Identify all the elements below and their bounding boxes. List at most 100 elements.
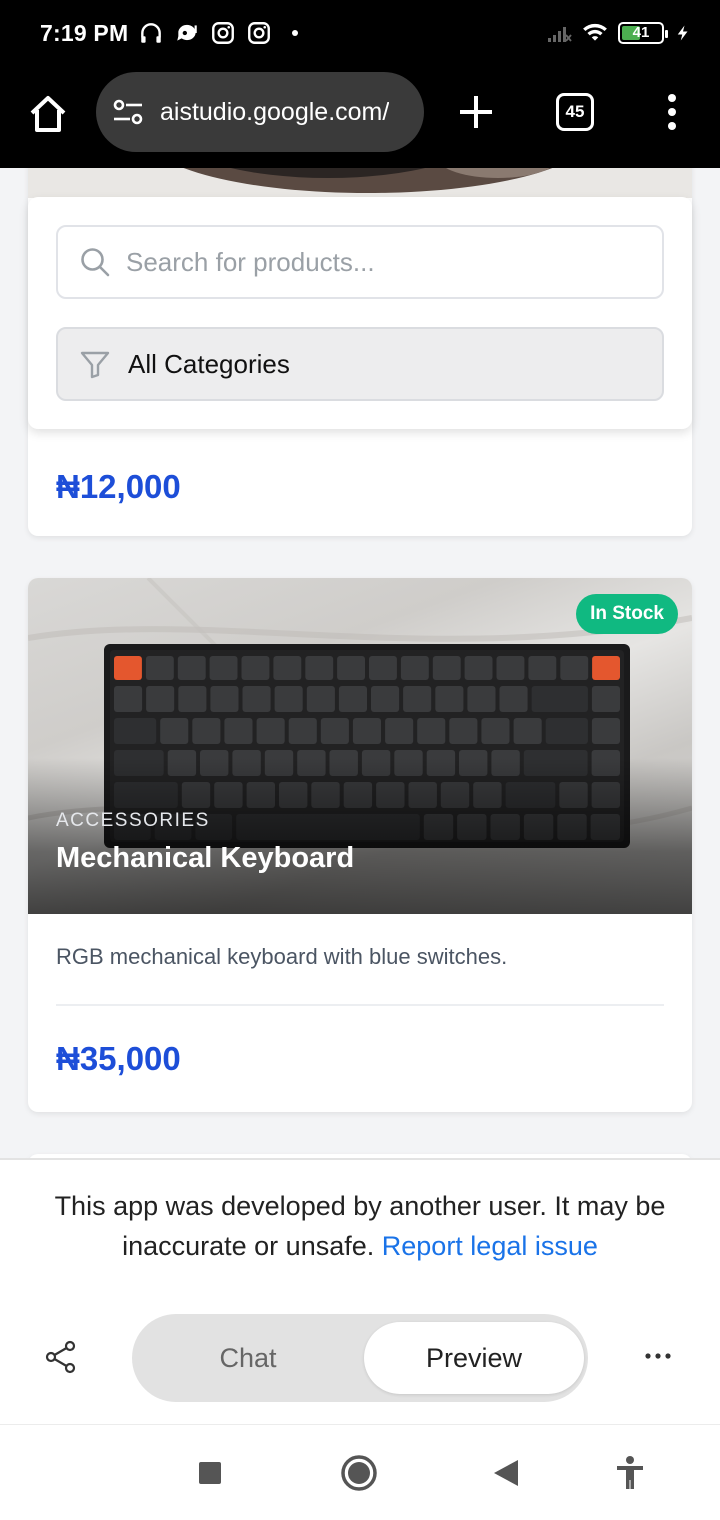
keyboard-key [371, 686, 400, 712]
more-notifications-dot [292, 30, 298, 36]
url-text: aistudio.google.com/ [160, 97, 390, 126]
filter-icon [80, 351, 110, 379]
keyboard-key [592, 656, 620, 680]
accessibility-icon[interactable] [614, 1455, 646, 1491]
keyboard-key [591, 718, 620, 744]
search-input[interactable] [126, 246, 606, 278]
product-name: Mechanical Keyboard [56, 842, 355, 874]
product-card[interactable]: In Stock ACCESSORIES Mechanical Keyboard… [28, 578, 692, 1112]
keyboard-key [210, 686, 239, 712]
keyboard-key [114, 718, 157, 744]
keyboard-key [481, 718, 510, 744]
search-icon [81, 248, 110, 277]
product-category: ACCESSORIES [56, 810, 210, 831]
keyboard-key [513, 718, 542, 744]
divider [56, 1004, 664, 1006]
keyboard-key [531, 686, 588, 712]
view-toggle: Chat Preview [132, 1314, 588, 1402]
keyboard-key [385, 718, 414, 744]
search-box[interactable] [56, 225, 664, 299]
keyboard-key [337, 656, 365, 680]
safety-notice: This app was developed by another user. … [20, 1186, 700, 1266]
cellular-signal-icon [548, 27, 572, 42]
keyboard-key [435, 686, 464, 712]
share-icon[interactable] [44, 1340, 78, 1374]
instagram-icon [212, 22, 234, 44]
charging-bolt-icon [677, 25, 688, 41]
keyboard-key [417, 718, 446, 744]
keyboard-key [560, 656, 589, 680]
app-info-sheet: This app was developed by another user. … [0, 1158, 720, 1424]
keyboard-key [209, 656, 238, 680]
battery-icon: 41 [618, 22, 668, 44]
product-description: RGB mechanical keyboard with blue switch… [56, 944, 508, 969]
category-label: All Categories [128, 348, 290, 379]
site-settings-icon[interactable] [112, 98, 144, 126]
chat-tab[interactable]: Chat [132, 1314, 364, 1402]
keyboard-key [160, 718, 189, 744]
recents-icon[interactable] [199, 1462, 221, 1484]
instagram-icon [248, 22, 270, 44]
chat-bubble-icon [177, 24, 197, 41]
keyboard-key [241, 656, 270, 680]
notification-icons [138, 20, 298, 46]
more-options-icon[interactable] [640, 1344, 676, 1368]
keyboard-key [273, 656, 302, 680]
keyboard-key [114, 686, 143, 712]
keyboard-key [467, 686, 496, 712]
product-price: ₦35,000 [56, 1040, 181, 1077]
image-overlay [28, 758, 692, 914]
keyboard-key [192, 718, 221, 744]
keyboard-key [178, 686, 207, 712]
mouse-image [183, 168, 553, 193]
keyboard-key [403, 686, 432, 712]
report-legal-issue-link[interactable]: Report legal issue [382, 1231, 598, 1261]
system-icons: 41 [546, 20, 692, 46]
tab-count: 45 [565, 102, 585, 121]
preview-tab[interactable]: Preview [364, 1322, 584, 1394]
keyboard-key [177, 656, 206, 680]
keyboard-key [256, 718, 285, 744]
keyboard-key [306, 686, 335, 712]
address-bar[interactable]: aistudio.google.com/ [96, 72, 424, 152]
home-icon[interactable] [26, 92, 70, 136]
keyboard-key [400, 656, 429, 680]
keyboard-key [305, 656, 334, 680]
product-image [28, 168, 692, 198]
system-navigation-bar [0, 1424, 720, 1520]
keyboard-key [528, 656, 557, 680]
keyboard-key [496, 656, 525, 680]
keyboard-key [499, 686, 528, 712]
keyboard-key [591, 686, 620, 712]
keyboard-key [224, 718, 253, 744]
keyboard-key [320, 718, 349, 744]
category-select[interactable]: All Categories [56, 327, 664, 401]
keyboard-key [545, 718, 588, 744]
tab-switcher-button[interactable]: 45 [556, 93, 594, 131]
home-circle-icon[interactable] [340, 1454, 378, 1492]
browser-toolbar: aistudio.google.com/ 45 [0, 70, 720, 168]
status-time: 7:19 PM [40, 20, 129, 46]
keyboard-key [432, 656, 461, 680]
headphones-icon [141, 23, 161, 43]
keyboard-key [146, 686, 175, 712]
status-bar: 7:19 PM 41 [0, 0, 720, 70]
keyboard-key [449, 718, 478, 744]
page-content: ₦12,000 All Categories In Stock ACCESSOR… [0, 168, 720, 1160]
keyboard-key [274, 686, 303, 712]
new-tab-icon[interactable] [456, 92, 496, 132]
keyboard-key [145, 656, 174, 680]
keyboard-key [369, 656, 397, 680]
battery-level: 41 [632, 24, 650, 41]
back-icon[interactable] [492, 1458, 520, 1488]
keyboard-key [242, 686, 271, 712]
keyboard-key [288, 718, 317, 744]
keyboard-key [338, 686, 367, 712]
keyboard-key [352, 718, 381, 744]
stock-badge: In Stock [576, 594, 678, 634]
product-image: In Stock ACCESSORIES Mechanical Keyboard [28, 578, 692, 914]
filter-panel: All Categories [28, 197, 692, 429]
browser-menu-icon[interactable] [660, 92, 684, 132]
wifi-icon [583, 23, 607, 41]
keyboard-key [114, 656, 142, 680]
